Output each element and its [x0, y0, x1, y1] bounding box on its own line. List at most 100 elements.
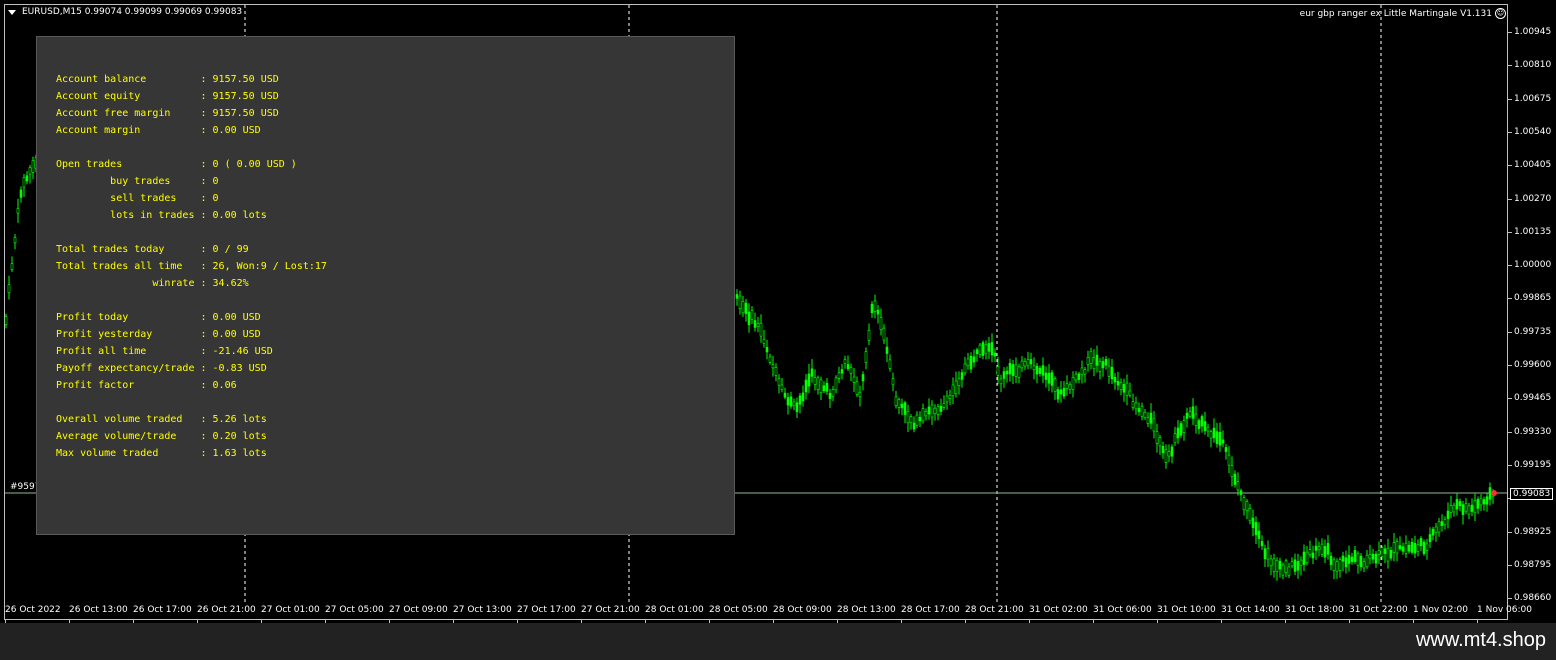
- position-marker: [1491, 490, 1497, 496]
- candle-body: [1443, 519, 1447, 526]
- candle-body: [1416, 544, 1420, 552]
- candle-body: [1020, 360, 1024, 369]
- candle-body: [801, 392, 805, 402]
- candle-body: [1206, 426, 1210, 432]
- price-axis-label: 0.99330: [1514, 426, 1552, 437]
- candle-body: [840, 369, 844, 374]
- candle-body: [1044, 372, 1048, 380]
- candle-body: [948, 395, 952, 399]
- candle-body: [1122, 384, 1126, 393]
- candle-body: [7, 284, 11, 294]
- candle-body: [735, 294, 739, 299]
- watermark-text: www.mt4.shop: [1415, 629, 1546, 651]
- price-axis-label: 1.00945: [1514, 27, 1552, 37]
- stats-line: Total trades all time : 26, Won:9 / Lost…: [56, 261, 327, 272]
- candle-body: [1155, 431, 1159, 444]
- candle-body: [1041, 365, 1045, 376]
- stats-line: Profit today : 0.00 USD: [56, 312, 261, 323]
- expert-advisor-label[interactable]: eur gbp ranger ex Little Martingale V1.1…: [1300, 8, 1506, 19]
- candle-body: [1281, 564, 1285, 576]
- candle-body: [1269, 558, 1273, 567]
- candle-body: [927, 406, 931, 415]
- candle-body: [747, 311, 751, 326]
- candle-body: [1011, 364, 1015, 376]
- stats-panel: Account balance : 9157.50 USD Account equ…: [36, 36, 735, 535]
- time-axis-label: 31 Oct 18:00: [1285, 605, 1344, 615]
- candle-body: [891, 378, 895, 386]
- candle-body: [1290, 561, 1294, 567]
- candle-body: [831, 389, 835, 397]
- candle-body: [1038, 367, 1042, 374]
- candle-body: [1308, 549, 1312, 555]
- price-axis-tick: [1508, 431, 1512, 433]
- time-axis-label: 27 Oct 05:00: [325, 605, 384, 615]
- candle-body: [1170, 446, 1174, 457]
- candle-body: [1365, 554, 1369, 568]
- candle-body: [825, 382, 829, 392]
- candle-body: [867, 330, 871, 341]
- price-axis-label: 0.98795: [1514, 559, 1552, 570]
- price-axis-tick: [1508, 65, 1512, 67]
- candle-body: [924, 411, 928, 417]
- candle-body: [1164, 449, 1168, 463]
- price-axis-label: 0.98660: [1514, 593, 1552, 604]
- candle-body: [1317, 546, 1321, 550]
- candle-body: [921, 408, 925, 422]
- candle-body: [912, 422, 916, 430]
- symbol-header[interactable]: EURUSD,M15 0.99074 0.99099 0.99069 0.990…: [8, 7, 242, 17]
- candle-body: [804, 379, 808, 393]
- time-axis-label: 27 Oct 01:00: [261, 605, 320, 615]
- price-axis-label: 0.99735: [1514, 326, 1552, 337]
- candle-body: [1410, 541, 1414, 553]
- candle-body: [1131, 401, 1135, 408]
- candle-body: [1074, 373, 1078, 381]
- candle-body: [858, 391, 862, 397]
- price-axis-tick: [1508, 464, 1512, 466]
- candle-body: [1056, 389, 1060, 400]
- candle-body: [780, 384, 784, 390]
- symbol-header-text: EURUSD,M15 0.99074 0.99099 0.99069 0.990…: [22, 7, 243, 17]
- candle-body: [1215, 431, 1219, 444]
- chevron-down-icon[interactable]: [8, 9, 16, 15]
- candle-body: [789, 396, 793, 407]
- time-axis-label: 27 Oct 17:00: [517, 605, 576, 615]
- candle-body: [1059, 389, 1063, 395]
- candle-body: [1332, 559, 1336, 571]
- time-axis-label: 28 Oct 01:00: [645, 605, 704, 615]
- candle-body: [1323, 546, 1327, 558]
- candle-body: [1035, 365, 1039, 375]
- candle-body: [1266, 548, 1270, 560]
- candle-body: [1392, 542, 1396, 553]
- candle-body: [963, 363, 967, 374]
- candle-body: [966, 358, 970, 367]
- candle-body: [1284, 560, 1288, 573]
- candle-body: [873, 300, 877, 312]
- candle-body: [1320, 543, 1324, 555]
- candle-body: [876, 309, 880, 315]
- candle-body: [1113, 377, 1117, 383]
- candle-body: [1089, 350, 1093, 364]
- candle-body: [906, 410, 910, 424]
- price-axis-tick: [1508, 131, 1512, 133]
- candle-body: [1062, 388, 1066, 397]
- candle-body: [25, 175, 29, 182]
- candle-body: [1479, 497, 1483, 506]
- candle-body: [774, 367, 778, 376]
- candle-body: [1464, 503, 1468, 512]
- candle-body: [1389, 549, 1393, 559]
- candle-body: [1467, 505, 1471, 515]
- price-axis-label: 1.00135: [1514, 226, 1552, 237]
- candle-body: [792, 401, 796, 407]
- price-axis-label: 1.00540: [1514, 126, 1552, 137]
- chart-area[interactable]: EURUSD,M15 0.99074 0.99099 0.99069 0.990…: [0, 0, 1556, 623]
- candle-body: [915, 414, 919, 426]
- candle-body: [1362, 561, 1366, 569]
- smiley-icon[interactable]: ☺: [1495, 8, 1506, 19]
- candle-body: [1176, 427, 1180, 439]
- candle-body: [1209, 431, 1213, 439]
- stats-line: lots in trades : 0.00 lots: [56, 210, 267, 221]
- price-axis-tick: [1508, 98, 1512, 100]
- candle-body: [888, 359, 892, 369]
- stats-line: Open trades : 0 ( 0.00 USD ): [56, 159, 297, 170]
- candle-body: [1314, 545, 1318, 551]
